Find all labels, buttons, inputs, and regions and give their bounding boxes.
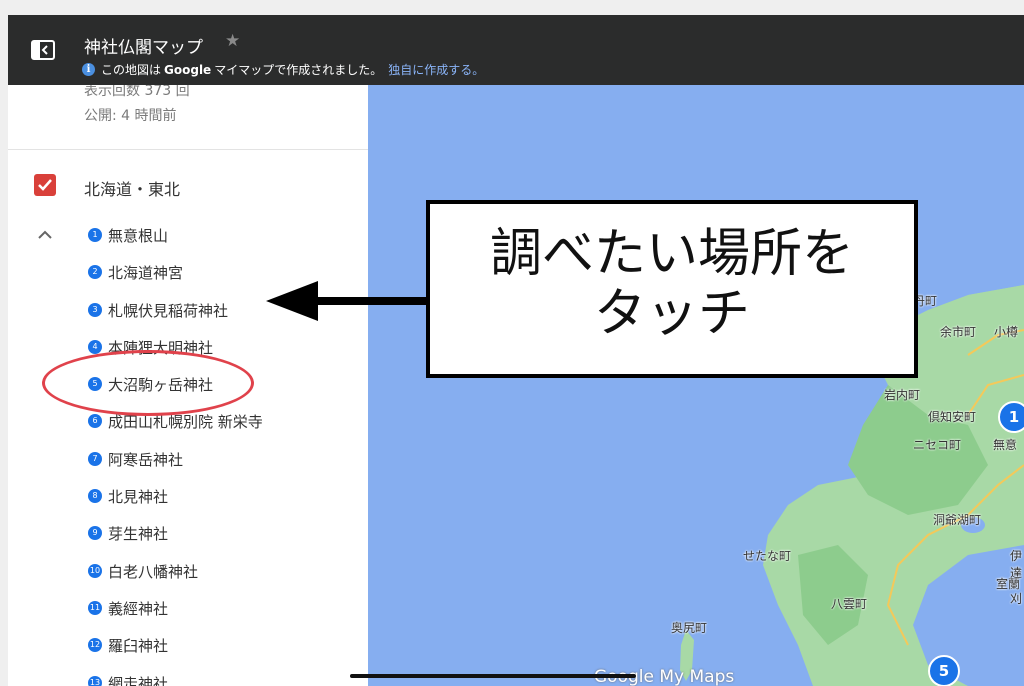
place-name: 北海道神宮 <box>108 264 184 283</box>
place-name: 白老八幡神社 <box>108 562 199 581</box>
town-label: 岩内町 <box>884 388 921 402</box>
town-label: 無意 <box>993 438 1018 452</box>
town-label: 刈 <box>1010 592 1023 606</box>
arrow-left-icon <box>266 281 428 321</box>
place-number-badge: 1 <box>88 228 102 242</box>
map-canvas[interactable] <box>368 85 1024 686</box>
place-name: 札幌伏見稲荷神社 <box>108 301 229 320</box>
place-name: 羅臼神社 <box>108 637 169 656</box>
town-label: ニセコ町 <box>913 438 962 452</box>
list-item[interactable]: 12 羅臼神社 <box>88 635 263 672</box>
place-number-badge: 3 <box>88 302 102 317</box>
check-icon <box>38 179 52 191</box>
made-with-notice: i この地図は Google マイマップで作成されました。 独自に作成する。 <box>82 61 484 78</box>
list-item[interactable]: 1 無意根山 <box>88 225 263 262</box>
town-label: せたな町 <box>743 549 792 563</box>
town-label: 伊達 <box>1010 549 1023 580</box>
list-item[interactable]: 7 阿寒岳神社 <box>88 449 263 486</box>
place-name: 無意根山 <box>108 227 169 245</box>
place-number-badge: 7 <box>88 451 102 466</box>
app-header: 神社仏閣マップ ★ i この地図は Google マイマップで作成されました。 … <box>8 15 1024 85</box>
list-item[interactable]: 6 成田山札幌別院 新栄寺 <box>88 411 263 448</box>
town-label: 八雲町 <box>831 597 868 611</box>
place-number-badge: 8 <box>88 489 102 504</box>
map-base <box>368 85 1024 686</box>
create-own-link[interactable]: 独自に作成する。 <box>388 61 484 78</box>
callout-text-line1: 調べたい場所を <box>489 224 854 284</box>
star-icon[interactable]: ★ <box>225 31 240 51</box>
place-name: 北見神社 <box>108 488 169 507</box>
place-list: 1 無意根山 2 北海道神宮 3 札幌伏見稲荷神社 4 本陣狸大明神社 5 大沼駒ヶ岳神社… <box>88 225 263 686</box>
place-name: 阿寒岳神社 <box>108 450 184 469</box>
place-number-badge: 2 <box>88 265 102 280</box>
info-icon: i <box>82 63 95 76</box>
place-number-badge: 10 <box>88 563 102 578</box>
place-number-badge: 11 <box>88 600 102 615</box>
panel-collapse-icon <box>31 40 55 60</box>
place-number-badge: 9 <box>88 526 102 541</box>
notice-suffix: マイマップで作成されました。 <box>214 63 383 77</box>
notice-brand: Google <box>164 62 212 77</box>
town-label: 倶知安町 <box>928 410 977 424</box>
list-item[interactable]: 13 網走神社 <box>88 673 263 686</box>
divider <box>8 149 368 150</box>
place-number-badge: 4 <box>88 339 102 354</box>
list-item[interactable]: 9 芽生神社 <box>88 523 263 560</box>
view-count: 表示回数 373 回 <box>84 85 190 99</box>
notice-prefix: この地図は <box>101 63 162 77</box>
town-label: 小樽 <box>994 325 1019 339</box>
callout-text-line2: タッチ <box>593 284 750 344</box>
highlight-ellipse <box>42 350 254 416</box>
layer-title: 北海道・東北 <box>84 180 181 199</box>
list-item[interactable]: 2 北海道神宮 <box>88 262 263 299</box>
list-item[interactable]: 3 札幌伏見稲荷神社 <box>88 300 263 337</box>
place-name: 網走神社 <box>108 674 169 686</box>
place-number-badge: 13 <box>88 675 102 686</box>
map-sidebar: 表示回数 373 回 公開: 4 時間前 北海道・東北 1 無意根山 2 北海道神宮… <box>8 85 368 686</box>
place-name: 芽生神社 <box>108 525 169 544</box>
town-label: 奥尻町 <box>671 621 708 635</box>
map-marker[interactable]: 5 <box>928 655 960 686</box>
place-name: 義經神社 <box>108 599 169 618</box>
published-time: 公開: 4 時間前 <box>84 108 177 124</box>
town-label: 洞爺湖町 <box>933 513 982 527</box>
home-indicator <box>350 674 636 678</box>
chevron-up-icon[interactable] <box>38 225 52 239</box>
layer-checkbox[interactable] <box>34 174 56 196</box>
place-number-badge: 6 <box>88 414 102 429</box>
town-label: 余市町 <box>940 325 977 339</box>
place-number-badge: 12 <box>88 638 102 653</box>
panel-toggle-button[interactable] <box>30 37 56 63</box>
map-title: 神社仏閣マップ <box>84 38 203 58</box>
list-item[interactable]: 8 北見神社 <box>88 486 263 523</box>
list-item[interactable]: 11 義經神社 <box>88 598 263 635</box>
map-marker[interactable]: 1 <box>998 401 1024 433</box>
annotation-callout: 調べたい場所を タッチ <box>426 200 918 378</box>
list-item[interactable]: 10 白老八幡神社 <box>88 561 263 598</box>
app-frame: 神社仏閣マップ ★ i この地図は Google マイマップで作成されました。 … <box>8 15 1024 686</box>
